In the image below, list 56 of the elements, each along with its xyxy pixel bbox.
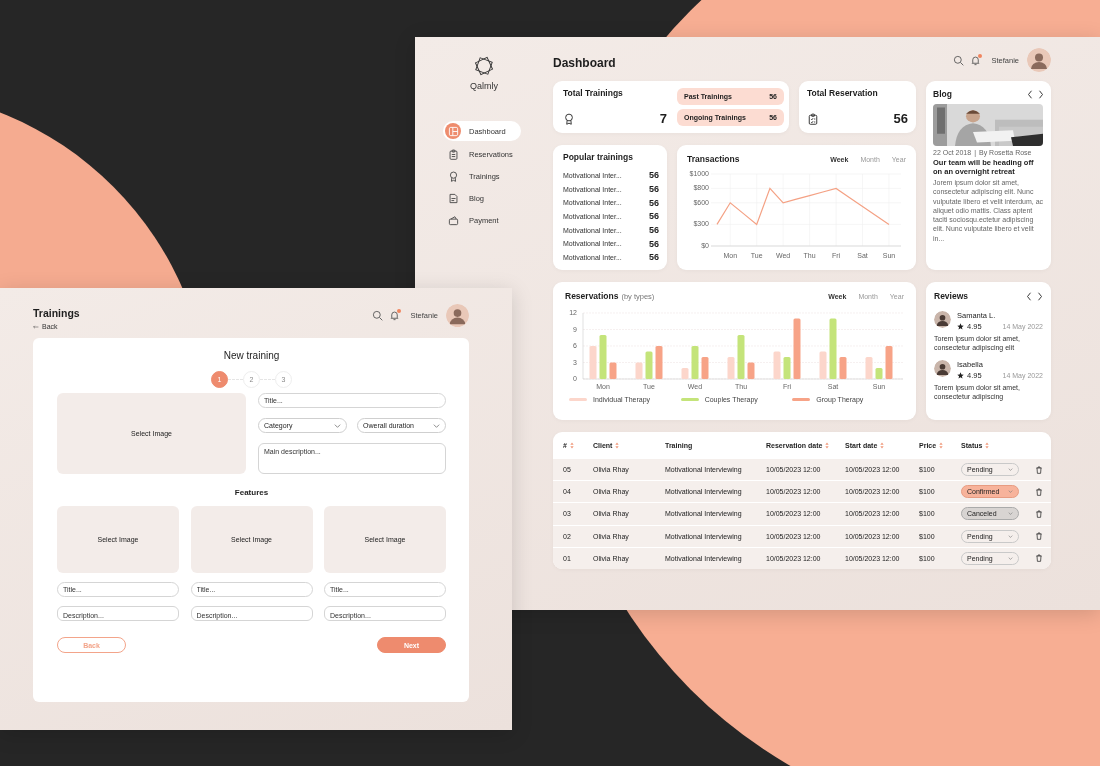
chevron-down-icon <box>334 423 341 428</box>
chevron-down-icon <box>1008 490 1013 494</box>
chevron-down-icon <box>1008 556 1013 560</box>
training-count: 56 <box>649 211 659 222</box>
page-title: Trainings <box>33 307 80 319</box>
training-count: 56 <box>649 252 659 263</box>
section-title: Features <box>233 488 270 497</box>
form-title: New training <box>222 350 281 361</box>
wallet-icon <box>447 214 459 226</box>
bell-icon[interactable] <box>389 310 401 321</box>
search-icon[interactable] <box>953 54 965 66</box>
trash-icon[interactable] <box>1035 487 1043 496</box>
chevron-left-icon[interactable] <box>1026 291 1032 301</box>
grid-icon <box>447 125 459 137</box>
chevron-left-icon[interactable] <box>1027 89 1033 99</box>
star-icon <box>957 372 964 380</box>
chevron-down-icon <box>1008 468 1013 472</box>
training-count: 56 <box>649 170 659 181</box>
chevron-right-icon[interactable] <box>1038 89 1044 99</box>
training-count: 56 <box>649 184 659 195</box>
training-count: 56 <box>649 238 659 249</box>
total-value: 7 <box>659 111 667 126</box>
chevron-right-icon[interactable] <box>1037 291 1043 301</box>
card-title: Transactions <box>687 154 740 164</box>
avatar <box>934 311 951 328</box>
avatar[interactable] <box>1027 48 1051 72</box>
training-count: 56 <box>649 225 659 236</box>
star-icon <box>957 323 964 330</box>
card-title: Blog <box>933 89 952 99</box>
card-title: Reviews <box>934 291 969 301</box>
avatar[interactable] <box>446 304 469 327</box>
brand-name: Qalmly <box>470 81 498 91</box>
training-count: 56 <box>649 197 659 208</box>
trash-icon[interactable] <box>1035 554 1043 563</box>
award-icon <box>563 112 575 125</box>
card-title: Total Reservation <box>807 88 879 98</box>
logo-icon <box>473 55 495 77</box>
award-icon <box>447 170 459 182</box>
trash-icon[interactable] <box>1035 509 1043 518</box>
document-icon <box>447 192 459 204</box>
bell-icon[interactable] <box>970 54 982 66</box>
clipboard-icon <box>807 112 819 125</box>
trash-icon[interactable] <box>1035 532 1043 541</box>
card-title: Reservations <box>565 291 619 301</box>
chevron-down-icon <box>433 423 440 428</box>
clipboard-icon <box>447 148 459 160</box>
avatar <box>934 360 951 378</box>
total-value: 56 <box>893 111 908 126</box>
card-title: Popular trainings <box>563 152 634 162</box>
chevron-down-icon <box>1008 534 1013 538</box>
search-icon[interactable] <box>372 310 384 321</box>
chevron-down-icon <box>1008 512 1013 516</box>
card-title: Total Trainings <box>563 88 624 98</box>
page-title: Dashboard <box>553 56 616 70</box>
arrow-left-icon <box>33 324 39 329</box>
trash-icon[interactable] <box>1035 465 1043 474</box>
